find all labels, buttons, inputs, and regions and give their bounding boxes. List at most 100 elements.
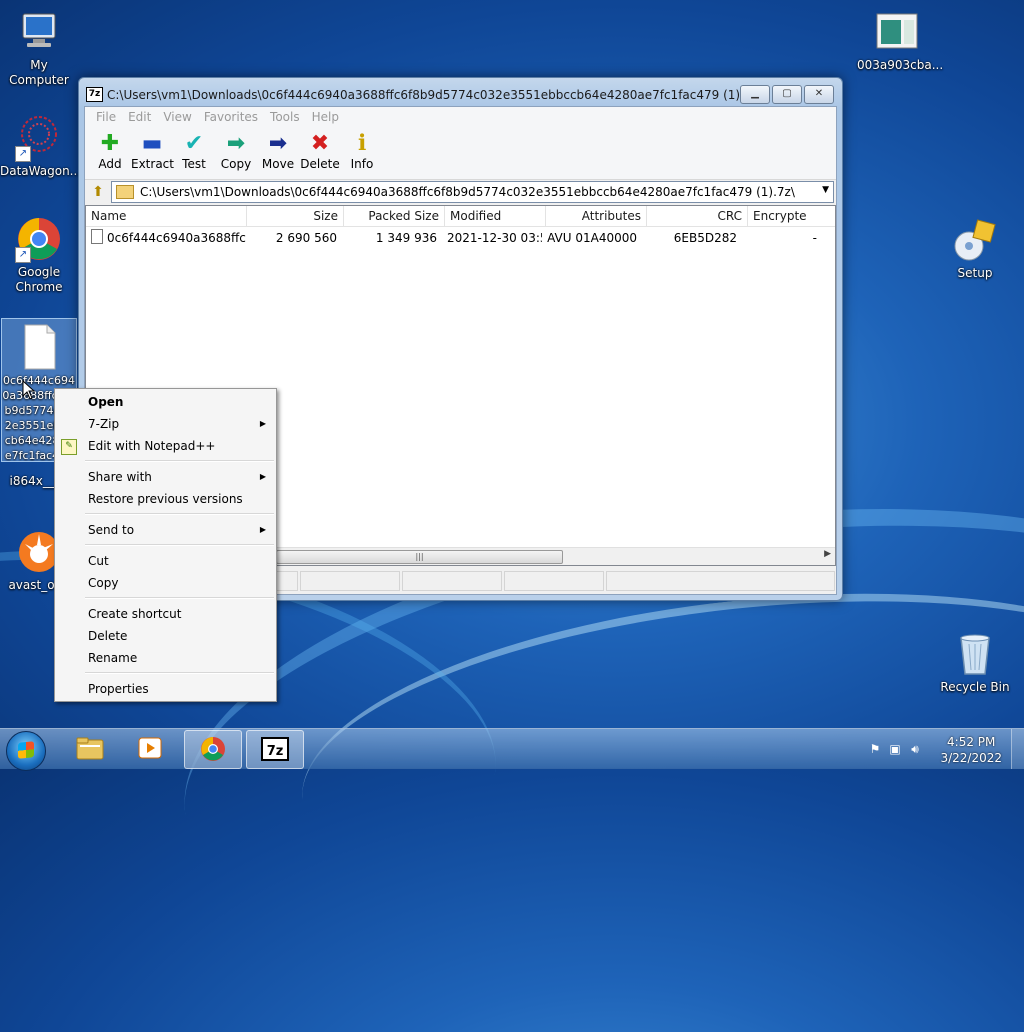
- row-packed-size: 1 349 936: [375, 231, 437, 245]
- menu-item-rename[interactable]: Rename: [55, 647, 276, 669]
- menu-item-label: Create shortcut: [88, 607, 182, 621]
- menu-help[interactable]: Help: [312, 110, 339, 124]
- file-icon: [91, 229, 103, 244]
- context-menu: Open 7-Zip ▶ ✎ Edit with Notepad++ Share w…: [54, 388, 277, 702]
- column-header-name[interactable]: Name: [86, 206, 247, 226]
- menu-item-cut[interactable]: Cut: [55, 550, 276, 572]
- menu-favorites[interactable]: Favorites: [204, 110, 258, 124]
- column-header-encrypted[interactable]: Encrypte: [748, 206, 828, 226]
- menu-separator: [85, 460, 274, 462]
- menu-view[interactable]: View: [163, 110, 191, 124]
- taskbar-explorer-button[interactable]: [62, 730, 118, 767]
- start-button[interactable]: [6, 731, 46, 771]
- window-title: C:\Users\vm1\Downloads\0c6f444c6940a3688…: [107, 88, 762, 102]
- status-panel: [300, 571, 400, 591]
- menu-item-copy[interactable]: Copy: [55, 572, 276, 594]
- taskbar: 7z ⚑ ▣ 🔊︎ 4:52 PM 3/22/2022: [0, 728, 1024, 771]
- title-bar[interactable]: 7z C:\Users\vm1\Downloads\0c6f444c6940a3…: [79, 78, 842, 106]
- menu-item-properties[interactable]: Properties: [55, 678, 276, 700]
- shortcut-arrow-icon: ↗: [15, 247, 31, 263]
- scrollbar-thumb[interactable]: |||: [276, 550, 563, 564]
- desktop-icon-my-computer[interactable]: My Computer: [0, 8, 78, 88]
- chevron-down-icon[interactable]: ▼: [822, 185, 829, 195]
- extract-button[interactable]: ▬ Extract: [131, 127, 174, 179]
- desktop-icon-google-chrome[interactable]: ↗ Google Chrome: [0, 215, 78, 295]
- chrome-icon: ↗: [15, 215, 63, 263]
- mouse-cursor-icon: [22, 379, 36, 403]
- toolbar-label: Move: [261, 157, 295, 171]
- chrome-icon: [199, 736, 227, 762]
- desktop-icon-setup[interactable]: Setup: [936, 216, 1014, 281]
- column-header-packed-size[interactable]: Packed Size: [344, 206, 445, 226]
- action-center-flag-icon[interactable]: ⚑: [868, 742, 882, 756]
- menu-item-share-with[interactable]: Share with ▶: [55, 466, 276, 488]
- desktop-icon-label: Recycle Bin: [940, 680, 1010, 694]
- network-icon[interactable]: ▣: [888, 742, 902, 756]
- menu-edit[interactable]: Edit: [128, 110, 151, 124]
- taskbar-media-player-button[interactable]: [122, 730, 178, 767]
- desktop-icon-recycle-bin[interactable]: Recycle Bin: [936, 630, 1014, 695]
- move-button[interactable]: ➡ Move: [257, 127, 299, 179]
- column-header-crc[interactable]: CRC: [647, 206, 748, 226]
- menu-item-send-to[interactable]: Send to ▶: [55, 519, 276, 541]
- menu-item-edit-with-notepad[interactable]: ✎ Edit with Notepad++: [55, 435, 276, 457]
- maximize-icon: ▢: [782, 88, 792, 99]
- column-header-size[interactable]: Size: [247, 206, 344, 226]
- row-modified: 2021-12-30 03:51: [447, 231, 542, 245]
- 7zip-icon: 7z: [261, 736, 289, 762]
- setup-icon: [951, 216, 999, 264]
- test-icon: ✔: [184, 131, 204, 156]
- desktop-icon-003a903cba[interactable]: 003a903cba...: [857, 8, 943, 73]
- close-icon: ✕: [814, 88, 824, 99]
- desktop-icon-label: Setup: [957, 266, 993, 280]
- svg-text:7z: 7z: [267, 744, 284, 759]
- column-header-attributes[interactable]: Attributes: [546, 206, 647, 226]
- status-panel: [504, 571, 604, 591]
- address-path: C:\Users\vm1\Downloads\0c6f444c6940a3688…: [140, 185, 795, 199]
- desktop-icon-label: DataWagon...: [0, 164, 82, 178]
- info-button[interactable]: ℹ Info: [341, 127, 383, 179]
- row-size: 2 690 560: [275, 231, 337, 245]
- volume-icon[interactable]: 🔊︎: [908, 742, 922, 756]
- menu-item-create-shortcut[interactable]: Create shortcut: [55, 603, 276, 625]
- delete-button[interactable]: ✖ Delete: [299, 127, 341, 179]
- row-encrypted: -: [812, 231, 817, 245]
- toolbar-label: Info: [350, 157, 374, 171]
- menu-separator: [85, 672, 274, 674]
- toolbar-label: Extract: [131, 157, 174, 171]
- close-button[interactable]: ✕: [804, 85, 834, 104]
- toolbar: ✚ Add ▬ Extract ✔ Test ➡ Copy ➡ Move ✖ D…: [85, 127, 836, 180]
- show-desktop-button[interactable]: [1011, 729, 1024, 769]
- menu-item-7zip[interactable]: 7-Zip ▶: [55, 413, 276, 435]
- test-button[interactable]: ✔ Test: [173, 127, 215, 179]
- minimize-button[interactable]: ▁: [740, 85, 770, 104]
- clock-time: 4:52 PM: [947, 735, 996, 749]
- taskbar-chrome-button[interactable]: [184, 730, 242, 769]
- menu-tools[interactable]: Tools: [270, 110, 300, 124]
- maximize-button[interactable]: ▢: [772, 85, 802, 104]
- column-header-modified[interactable]: Modified: [445, 206, 546, 226]
- taskbar-7zip-button[interactable]: 7z: [246, 730, 304, 769]
- menu-item-open[interactable]: Open: [55, 391, 276, 413]
- add-button[interactable]: ✚ Add: [89, 127, 131, 179]
- clock[interactable]: 4:52 PM 3/22/2022: [940, 734, 1002, 766]
- menu-item-label: Delete: [88, 629, 128, 643]
- copy-button[interactable]: ➡ Copy: [215, 127, 257, 179]
- table-row[interactable]: 0c6f444c6940a3688ffc6f... 2 690 560 1 34…: [86, 227, 835, 249]
- menu-file[interactable]: File: [96, 110, 116, 124]
- menu-item-delete[interactable]: Delete: [55, 625, 276, 647]
- menu-separator: [85, 513, 274, 515]
- folder-icon: [116, 185, 134, 199]
- extract-icon: ▬: [141, 131, 163, 156]
- 7zip-app-icon: 7z: [86, 87, 103, 102]
- address-input[interactable]: C:\Users\vm1\Downloads\0c6f444c6940a3688…: [111, 181, 834, 203]
- blank-file-icon: [15, 323, 63, 371]
- add-icon: ✚: [100, 131, 120, 156]
- menu-bar: File Edit View Favorites Tools Help: [85, 107, 836, 127]
- menu-item-label: Send to: [88, 523, 135, 537]
- menu-item-restore-previous-versions[interactable]: Restore previous versions: [55, 488, 276, 510]
- desktop-icon-datawagon[interactable]: ↗ DataWagon...: [0, 114, 82, 179]
- menu-item-label: Restore previous versions: [88, 492, 243, 506]
- scroll-right-icon[interactable]: ▶: [824, 549, 831, 559]
- up-folder-button[interactable]: ⬆: [89, 183, 107, 201]
